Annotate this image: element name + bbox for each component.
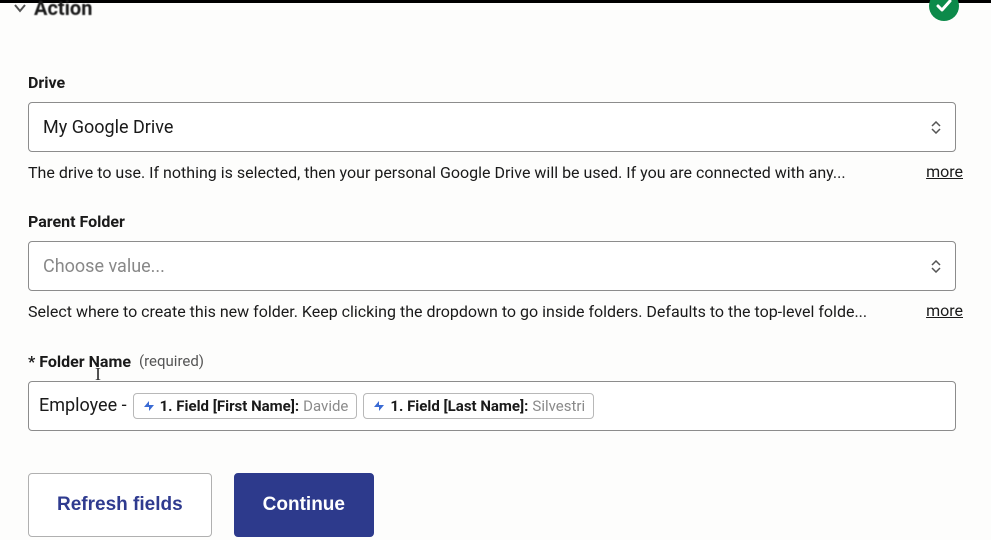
folder-name-text-prefix: Employee - [39, 395, 127, 416]
zap-icon [372, 399, 386, 413]
select-stepper-icon [931, 121, 941, 134]
folder-name-input[interactable]: Employee - I 1. Field [First Name]: Davi… [28, 381, 956, 431]
folder-name-hint: (required) [139, 352, 204, 370]
required-asterisk: * Folder Name [28, 352, 131, 371]
drive-help-row: The drive to use. If nothing is selected… [28, 162, 963, 184]
drive-select[interactable]: My Google Drive [28, 102, 956, 152]
form-content: Drive My Google Drive The drive to use. … [0, 23, 991, 537]
select-stepper-icon [931, 260, 941, 273]
drive-field: Drive My Google Drive The drive to use. … [28, 73, 963, 184]
parent-folder-field: Parent Folder Choose value... Select whe… [28, 212, 963, 323]
pill-first-name[interactable]: 1. Field [First Name]: Davide [133, 393, 358, 419]
drive-more-link[interactable]: more [926, 162, 963, 181]
continue-button[interactable]: Continue [234, 473, 374, 537]
caret-down-icon[interactable] [12, 0, 28, 16]
pill-value: Silvestri [532, 397, 585, 415]
parent-folder-label: Parent Folder [28, 212, 963, 231]
pill-value: Davide [303, 397, 348, 415]
pill-label: 1. Field [First Name]: [160, 397, 300, 415]
drive-help-text: The drive to use. If nothing is selected… [28, 162, 846, 184]
refresh-fields-button[interactable]: Refresh fields [28, 473, 212, 537]
parent-folder-placeholder: Choose value... [43, 256, 165, 277]
pill-last-name[interactable]: 1. Field [Last Name]: Silvestri [363, 393, 594, 419]
parent-folder-more-link[interactable]: more [926, 301, 963, 320]
folder-name-label-row: * Folder Name (required) [28, 352, 963, 371]
section-header: Action [0, 3, 991, 23]
section-title: Action [34, 0, 92, 20]
parent-folder-help-row: Select where to create this new folder. … [28, 301, 963, 323]
section-header-left: Action [12, 0, 92, 20]
zap-icon [142, 399, 156, 413]
parent-folder-help-text: Select where to create this new folder. … [28, 301, 867, 323]
drive-select-value: My Google Drive [43, 117, 173, 138]
folder-name-field: * Folder Name (required) Employee - I 1.… [28, 352, 963, 431]
parent-folder-select[interactable]: Choose value... [28, 241, 956, 291]
button-row: Refresh fields Continue [28, 473, 963, 537]
pill-label: 1. Field [Last Name]: [390, 397, 528, 415]
drive-label: Drive [28, 73, 963, 92]
success-check-icon [929, 0, 959, 21]
